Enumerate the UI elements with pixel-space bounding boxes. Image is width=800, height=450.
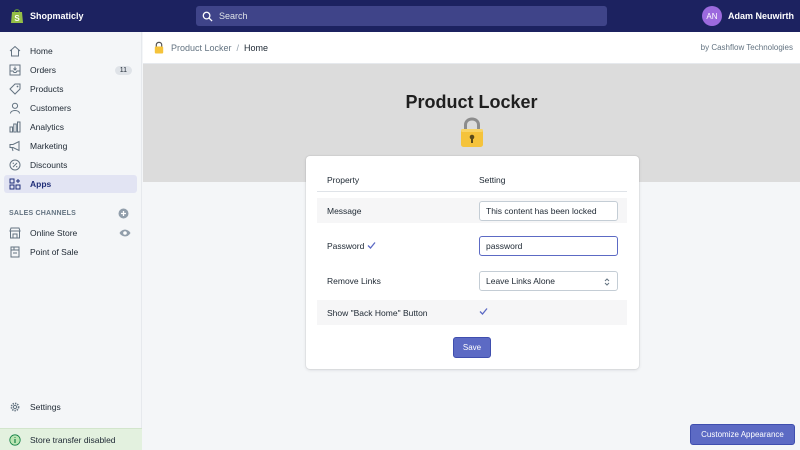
top-bar: S Shopmaticly AN Adam Neuwirth bbox=[0, 0, 800, 32]
main-content: Product Locker / Home by Cashflow Techno… bbox=[143, 32, 800, 450]
person-icon bbox=[9, 102, 21, 114]
shopify-bag-icon: S bbox=[11, 9, 23, 23]
orders-icon bbox=[9, 64, 21, 76]
user-menu[interactable]: AN Adam Neuwirth bbox=[701, 6, 794, 26]
store-icon bbox=[9, 227, 21, 239]
gear-icon bbox=[9, 401, 21, 413]
remove-links-select[interactable]: Leave Links Alone bbox=[479, 270, 618, 291]
sidebar-item-label: Orders bbox=[30, 65, 56, 75]
breadcrumb-current: Home bbox=[244, 42, 269, 53]
store-transfer-banner[interactable]: Store transfer disabled bbox=[0, 428, 142, 450]
padlock-icon bbox=[461, 117, 483, 147]
sidebar-item-home[interactable]: Home bbox=[4, 42, 137, 60]
column-header-setting: Setting bbox=[479, 175, 506, 185]
sidebar-item-discounts[interactable]: Discounts bbox=[4, 156, 137, 174]
sidebar-item-label: Discounts bbox=[30, 160, 68, 170]
store-transfer-label: Store transfer disabled bbox=[30, 434, 116, 445]
sidebar-item-online-store[interactable]: Online Store bbox=[4, 224, 137, 242]
brand-name: Shopmaticly bbox=[30, 11, 84, 21]
checkmark-icon bbox=[367, 242, 376, 249]
sidebar-item-point-of-sale[interactable]: Point of Sale bbox=[4, 243, 137, 261]
avatar[interactable]: AN bbox=[701, 6, 722, 26]
info-icon bbox=[9, 433, 21, 446]
save-button[interactable]: Save bbox=[453, 337, 491, 358]
sidebar-item-products[interactable]: Products bbox=[4, 80, 137, 98]
sidebar-item-marketing[interactable]: Marketing bbox=[4, 137, 137, 155]
table-row-back-home: Show "Back Home" Button bbox=[317, 300, 627, 325]
sidebar-item-label: Customers bbox=[30, 103, 72, 113]
sidebar-item-apps[interactable]: Apps bbox=[4, 175, 137, 193]
sales-channels-heading: SALES CHANNELS bbox=[9, 210, 76, 217]
message-input[interactable] bbox=[479, 200, 618, 221]
svg-text:S: S bbox=[14, 14, 20, 23]
sidebar-item-label: Home bbox=[30, 46, 53, 56]
message-label: Message bbox=[327, 205, 362, 216]
sidebar-item-label: Analytics bbox=[30, 122, 65, 132]
sidebar-item-label: Point of Sale bbox=[30, 247, 79, 257]
column-header-property: Property bbox=[327, 175, 360, 185]
breadcrumb-app-link[interactable]: Product Locker bbox=[171, 43, 232, 53]
user-name: Adam Neuwirth bbox=[727, 11, 794, 21]
sidebar-item-label: Marketing bbox=[30, 141, 68, 151]
pos-icon bbox=[9, 246, 21, 258]
remove-links-selected-value: Leave Links Alone bbox=[486, 275, 555, 286]
brand[interactable]: S Shopmaticly bbox=[0, 8, 142, 24]
customize-appearance-button[interactable]: Customize Appearance bbox=[690, 424, 795, 445]
lock-icon bbox=[154, 41, 164, 54]
table-row-message: Message bbox=[317, 198, 627, 223]
password-input[interactable] bbox=[479, 235, 618, 256]
page-title: Product Locker bbox=[405, 92, 538, 112]
sidebar-item-label: Products bbox=[30, 84, 64, 94]
password-label: Password bbox=[327, 240, 365, 251]
table-row-password: Password bbox=[317, 233, 627, 258]
sidebar-item-settings[interactable]: Settings bbox=[4, 398, 137, 416]
search-icon bbox=[202, 11, 213, 22]
password-property: Password bbox=[327, 241, 376, 251]
tag-icon bbox=[9, 83, 21, 95]
settings-card: Property Setting Message Password Remove… bbox=[306, 156, 639, 369]
search-bar[interactable] bbox=[196, 6, 607, 26]
sidebar-item-customers[interactable]: Customers bbox=[4, 99, 137, 117]
apps-icon bbox=[9, 178, 21, 190]
sidebar: Home Orders 11 Products Customers Analyt… bbox=[0, 32, 142, 450]
megaphone-icon bbox=[9, 140, 21, 152]
add-sales-channel-icon[interactable] bbox=[118, 208, 129, 219]
breadcrumb: Product Locker / Home by Cashflow Techno… bbox=[143, 32, 800, 64]
discount-icon bbox=[9, 159, 21, 171]
table-header: Property Setting bbox=[317, 170, 627, 192]
select-arrows-icon bbox=[604, 277, 610, 286]
orders-count-badge: 11 bbox=[114, 65, 132, 75]
sidebar-item-label: Online Store bbox=[30, 228, 78, 238]
sidebar-item-label: Settings bbox=[30, 402, 61, 412]
eye-icon[interactable] bbox=[119, 227, 131, 239]
sidebar-item-analytics[interactable]: Analytics bbox=[4, 118, 137, 136]
table-row-remove-links: Remove Links Leave Links Alone bbox=[317, 268, 627, 293]
home-icon bbox=[9, 45, 21, 57]
sidebar-item-label: Apps bbox=[30, 179, 52, 189]
back-home-label: Show "Back Home" Button bbox=[327, 307, 428, 318]
search-input[interactable] bbox=[219, 11, 599, 21]
sidebar-item-orders[interactable]: Orders 11 bbox=[4, 61, 137, 79]
vendor-credit: by Cashflow Technologies bbox=[700, 43, 793, 52]
breadcrumb-separator: / bbox=[236, 42, 240, 53]
remove-links-label: Remove Links bbox=[327, 275, 381, 286]
back-home-checkbox[interactable] bbox=[479, 307, 488, 316]
bar-chart-icon bbox=[9, 121, 21, 133]
